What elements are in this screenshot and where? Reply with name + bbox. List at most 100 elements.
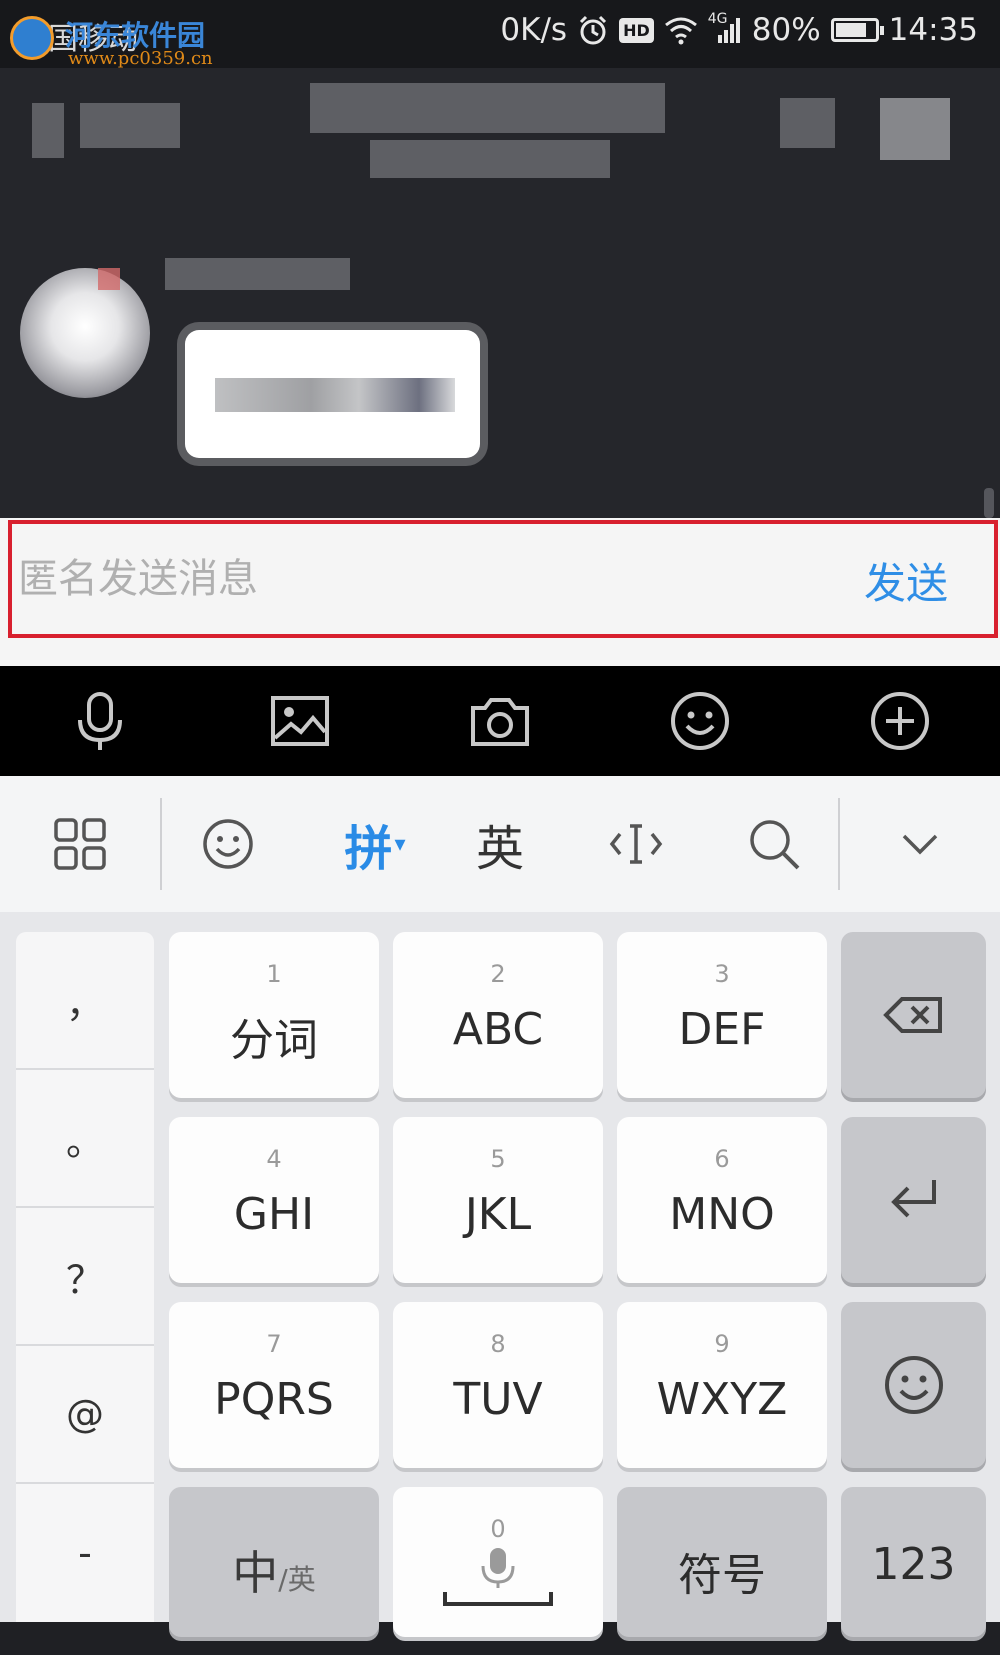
key-label: MNO: [669, 1189, 775, 1240]
keyboard-search-button[interactable]: [734, 806, 814, 882]
symbol-key[interactable]: 符号: [617, 1487, 827, 1637]
key-label: GHI: [233, 1189, 315, 1240]
cursor-move-button[interactable]: [596, 806, 676, 882]
key-2[interactable]: 2 ABC: [393, 932, 603, 1098]
key-5[interactable]: 5 JKL: [393, 1117, 603, 1283]
message-bubble[interactable]: [185, 330, 480, 458]
key-7[interactable]: 7 PQRS: [169, 1302, 379, 1468]
chat-toolbar: [0, 666, 1000, 776]
punct-key-comma[interactable]: ，: [16, 932, 154, 1070]
header-action-blurred[interactable]: [780, 98, 835, 148]
header-left-blurred: [80, 103, 180, 148]
key-label: TUV: [453, 1374, 543, 1425]
pinyin-label: 拼: [344, 821, 393, 877]
lang-main-label: 中: [232, 1546, 279, 1600]
backspace-icon: [882, 997, 942, 1033]
smiley-icon: [203, 819, 253, 869]
english-label: 英: [475, 821, 524, 877]
key-number: 4: [266, 1145, 282, 1173]
microphone-icon: [78, 692, 122, 750]
punct-key-dash[interactable]: -: [16, 1484, 154, 1622]
voice-input-icon: [443, 1548, 553, 1606]
enter-icon: [890, 1180, 936, 1218]
keyboard-emoji-button[interactable]: [188, 806, 268, 882]
key-label: JKL: [464, 1189, 532, 1240]
cursor-move-icon: [609, 824, 663, 864]
sender-name-blurred: [165, 258, 350, 290]
key-number: 2: [490, 960, 506, 988]
image-button[interactable]: [200, 666, 400, 776]
smiley-icon: [884, 1356, 943, 1414]
avatar[interactable]: [20, 268, 150, 398]
plus-icon: [871, 692, 929, 750]
backspace-key[interactable]: [841, 932, 986, 1098]
ime-keyboard: 拼 ▾ 英 ， 。 ？ @ - 1 分词 2 ABC 3 DEF 4 GHI 5…: [0, 776, 1000, 1637]
cellular-signal-icon: 4G: [708, 11, 742, 45]
battery-percent: 80%: [751, 12, 821, 48]
alarm-icon: [577, 14, 609, 46]
pinyin-mode-button[interactable]: 拼 ▾: [320, 806, 430, 882]
voice-button[interactable]: [0, 666, 200, 776]
header-menu-blurred[interactable]: [880, 98, 950, 160]
key-3[interactable]: 3 DEF: [617, 932, 827, 1098]
punctuation-column: ， 。 ？ @ -: [16, 932, 154, 1622]
symbol-label: 符号: [678, 1550, 766, 1601]
keyboard-menu-button[interactable]: [40, 806, 120, 882]
lang-sub-label: /英: [278, 1563, 316, 1596]
emoji-button[interactable]: [600, 666, 800, 776]
camera-button[interactable]: [400, 666, 600, 776]
numeric-key[interactable]: 123: [841, 1487, 986, 1637]
key-6[interactable]: 6 MNO: [617, 1117, 827, 1283]
hide-keyboard-button[interactable]: [880, 806, 960, 882]
camera-icon: [471, 698, 529, 746]
toolbar-divider: [838, 798, 840, 890]
key-8[interactable]: 8 TUV: [393, 1302, 603, 1468]
emoji-key[interactable]: [841, 1302, 986, 1468]
space-key[interactable]: 0: [393, 1487, 603, 1637]
emoji-icon: [671, 692, 729, 750]
watermark-logo: [10, 16, 54, 60]
key-number: 7: [266, 1330, 282, 1358]
toolbar-divider: [160, 798, 162, 890]
key-1[interactable]: 1 分词: [169, 932, 379, 1098]
key-label: ABC: [452, 1004, 544, 1055]
image-icon: [271, 696, 329, 746]
anonymous-message-input[interactable]: [16, 548, 780, 610]
wifi-icon: [664, 15, 698, 45]
send-button[interactable]: 发送: [864, 550, 948, 611]
status-bar: 中国移动 河东软件园 www.pc0359.cn 0K/s HD 4G 80% …: [0, 0, 1000, 69]
key-number: 9: [714, 1330, 730, 1358]
key-9[interactable]: 9 WXYZ: [617, 1302, 827, 1468]
search-icon: [750, 820, 800, 870]
network-type: 4G: [707, 11, 728, 27]
key-4[interactable]: 4 GHI: [169, 1117, 379, 1283]
watermark-url: www.pc0359.cn: [68, 48, 213, 69]
chat-title-blurred: [310, 83, 665, 133]
pinyin-caret: ▾: [394, 831, 406, 857]
battery-icon: [830, 18, 884, 42]
key-number: 5: [490, 1145, 506, 1173]
message-input-bar: 发送: [0, 518, 1000, 666]
keyboard-toolbar: 拼 ▾ 英: [0, 776, 1000, 912]
key-number: 3: [714, 960, 730, 988]
back-button-blurred[interactable]: [32, 103, 64, 158]
enter-key[interactable]: [841, 1117, 986, 1283]
english-mode-button[interactable]: 英: [460, 806, 540, 882]
key-label: 分词: [230, 1015, 318, 1066]
clock: 14:35: [888, 12, 978, 48]
avatar-badge: [98, 268, 120, 290]
punct-key-at[interactable]: @: [16, 1346, 154, 1484]
more-button[interactable]: [800, 666, 1000, 776]
chevron-down-icon: [902, 834, 938, 855]
key-number: 8: [490, 1330, 506, 1358]
hd-badge: HD: [619, 17, 654, 43]
chat-subtitle-blurred: [370, 140, 610, 178]
language-switch-key[interactable]: 中/英: [169, 1487, 379, 1637]
numeric-label: 123: [871, 1539, 956, 1590]
key-label: DEF: [678, 1004, 766, 1055]
message-text-blurred: [215, 378, 455, 412]
key-label: PQRS: [214, 1374, 334, 1425]
scrollbar[interactable]: [984, 488, 994, 518]
punct-key-question[interactable]: ？: [16, 1208, 154, 1346]
punct-key-period[interactable]: 。: [16, 1070, 154, 1208]
